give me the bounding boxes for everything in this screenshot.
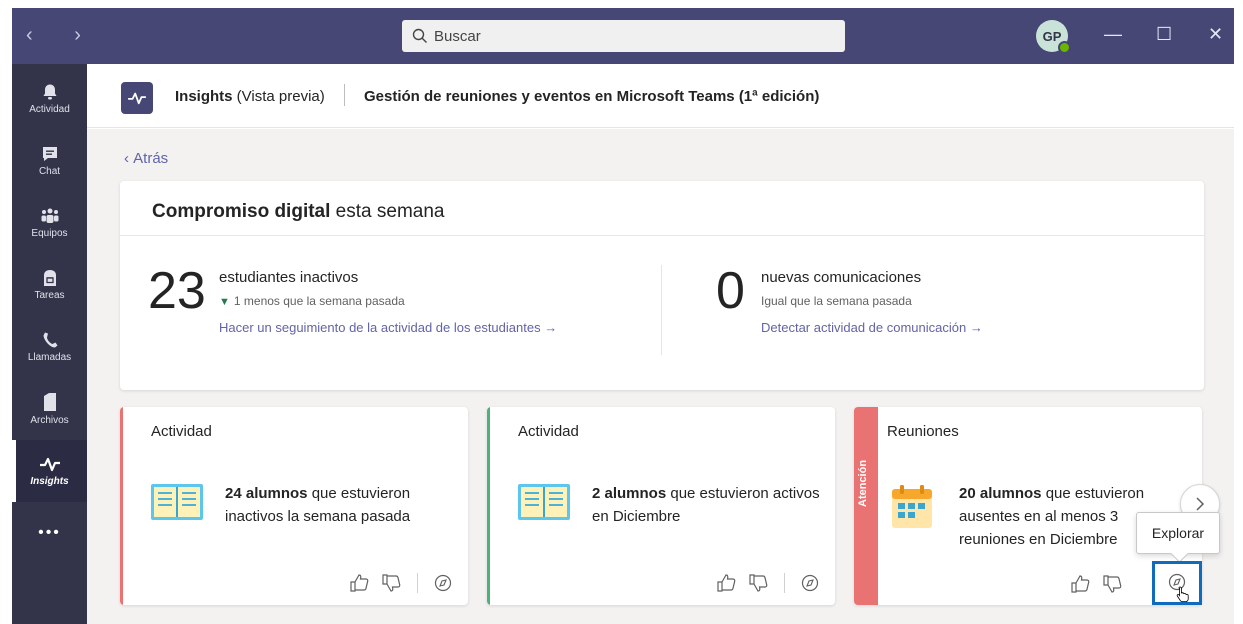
thumbs-up-icon[interactable] — [349, 574, 369, 592]
insight-card[interactable]: Atención Reuniones 20 alumnos que estuvi… — [854, 407, 1202, 605]
inactive-heading: estudiantes inactivos — [219, 269, 359, 286]
close-button[interactable]: ✕ — [1208, 24, 1223, 45]
search-placeholder: Buscar — [434, 27, 481, 45]
communications-heading: nuevas comunicaciones — [761, 269, 922, 286]
thumbs-down-icon[interactable] — [1102, 575, 1122, 593]
communications-count: 0 — [716, 262, 745, 320]
rail-label: Tareas — [34, 290, 65, 301]
inactive-change: ▼ 1 menos que la semana pasada — [219, 294, 405, 308]
search-input[interactable]: Buscar — [402, 20, 845, 52]
card-text: 24 alumnos que estuvieron inactivos la s… — [225, 482, 455, 528]
thumbs-down-icon[interactable] — [381, 574, 401, 592]
insight-card[interactable]: Actividad 2 alumnos que estuvieron activ… — [487, 407, 835, 605]
card-count: 20 alumnos — [959, 485, 1042, 502]
rail-label: Llamadas — [27, 352, 72, 363]
rail-item-actividad[interactable]: Actividad — [12, 68, 87, 130]
explore-tooltip: Explorar — [1136, 512, 1220, 554]
chevron-left-icon: ‹ — [124, 150, 134, 167]
rail-item-equipos[interactable]: Equipos — [12, 192, 87, 254]
detect-communication-link[interactable]: Detectar actividad de comunicación → — [761, 320, 983, 335]
insights-app-icon — [121, 82, 153, 114]
phone-icon — [43, 332, 57, 348]
presence-available-icon — [1058, 41, 1071, 54]
bell-icon — [43, 84, 56, 100]
chevron-right-icon — [1196, 497, 1205, 511]
rail-label: Archivos — [30, 415, 69, 426]
app-title: Insights (Vista previa) — [175, 88, 325, 105]
summary-title-bold: Compromiso digital — [152, 201, 331, 222]
book-icon — [150, 482, 204, 527]
summary-title: Compromiso digital esta semana — [152, 201, 444, 223]
book-icon — [517, 482, 571, 527]
header-divider — [344, 84, 345, 106]
rail-item-archivos[interactable]: Archivos — [12, 378, 87, 440]
course-title: Gestión de reuniones y eventos en Micros… — [364, 88, 820, 105]
hand-cursor-icon — [1176, 586, 1189, 602]
pulse-icon — [128, 92, 146, 105]
card-text: 2 alumnos que estuvieron activos en Dici… — [592, 482, 822, 528]
back-link[interactable]: ‹ Atrás — [124, 150, 168, 167]
action-divider — [784, 573, 785, 593]
minimize-button[interactable]: — — [1104, 24, 1122, 45]
thumbs-up-icon[interactable] — [716, 574, 736, 592]
track-activity-link[interactable]: Hacer un seguimiento de la actividad de … — [219, 320, 557, 335]
app-rail: Actividad Chat Equipos Tareas Llamadas A… — [12, 64, 87, 624]
teams-icon — [41, 208, 58, 223]
rail-item-insights[interactable]: Insights — [12, 440, 87, 502]
card-accent — [120, 407, 123, 605]
rail-label: Actividad — [29, 104, 70, 115]
digital-engagement-summary: Compromiso digital esta semana 23 estudi… — [120, 181, 1204, 390]
calendar-icon — [891, 485, 933, 534]
search-icon — [412, 28, 427, 43]
card-count: 24 alumnos — [225, 485, 308, 502]
rail-label: Equipos — [31, 228, 68, 239]
rail-label: Chat — [38, 166, 61, 177]
card-actions — [1070, 575, 1122, 593]
inactive-count: 23 — [148, 262, 206, 320]
attention-badge: Atención — [854, 407, 878, 605]
thumbs-down-icon[interactable] — [748, 574, 768, 592]
card-actions — [349, 573, 452, 593]
card-count: 2 alumnos — [592, 485, 667, 502]
card-accent — [487, 407, 490, 605]
explore-icon[interactable] — [801, 574, 819, 592]
card-text: 20 alumnos que estuvieron ausentes en al… — [959, 482, 1159, 551]
nav-arrows[interactable]: ‹ › — [26, 24, 99, 47]
card-actions — [716, 573, 819, 593]
rail-item-tareas[interactable]: Tareas — [12, 254, 87, 316]
insight-card[interactable]: Actividad 24 alumnos que estuvieron inac… — [120, 407, 468, 605]
title-bar: ‹ › Buscar GP — ☐ ✕ — [12, 8, 1234, 64]
files-icon — [43, 393, 56, 411]
rail-item-chat[interactable]: Chat — [12, 130, 87, 192]
attention-label: Atención — [857, 459, 869, 507]
card-title: Reuniones — [887, 423, 959, 440]
summary-title-rest: esta semana — [330, 201, 445, 222]
assignments-icon — [43, 270, 56, 286]
rail-label: Insights — [30, 476, 69, 487]
divider — [120, 235, 1204, 236]
more-apps-button[interactable]: ••• — [12, 524, 87, 542]
thumbs-up-icon[interactable] — [1070, 575, 1090, 593]
card-title: Actividad — [518, 423, 579, 440]
maximize-button[interactable]: ☐ — [1156, 24, 1172, 45]
action-divider — [417, 573, 418, 593]
app-name: Insights — [175, 88, 233, 105]
pulse-icon — [39, 457, 60, 472]
metric-divider — [661, 265, 662, 355]
app-suffix: (Vista previa) — [232, 88, 325, 105]
down-triangle-icon: ▼ — [219, 296, 230, 308]
explore-icon[interactable] — [434, 574, 452, 592]
inactive-change-text: 1 menos que la semana pasada — [233, 294, 405, 308]
chat-icon — [42, 147, 57, 161]
communications-change: Igual que la semana pasada — [761, 294, 912, 308]
rail-item-llamadas[interactable]: Llamadas — [12, 316, 87, 378]
back-label: Atrás — [133, 150, 169, 167]
app-header: Insights (Vista previa) Gestión de reuni… — [87, 64, 1234, 128]
card-title: Actividad — [151, 423, 212, 440]
